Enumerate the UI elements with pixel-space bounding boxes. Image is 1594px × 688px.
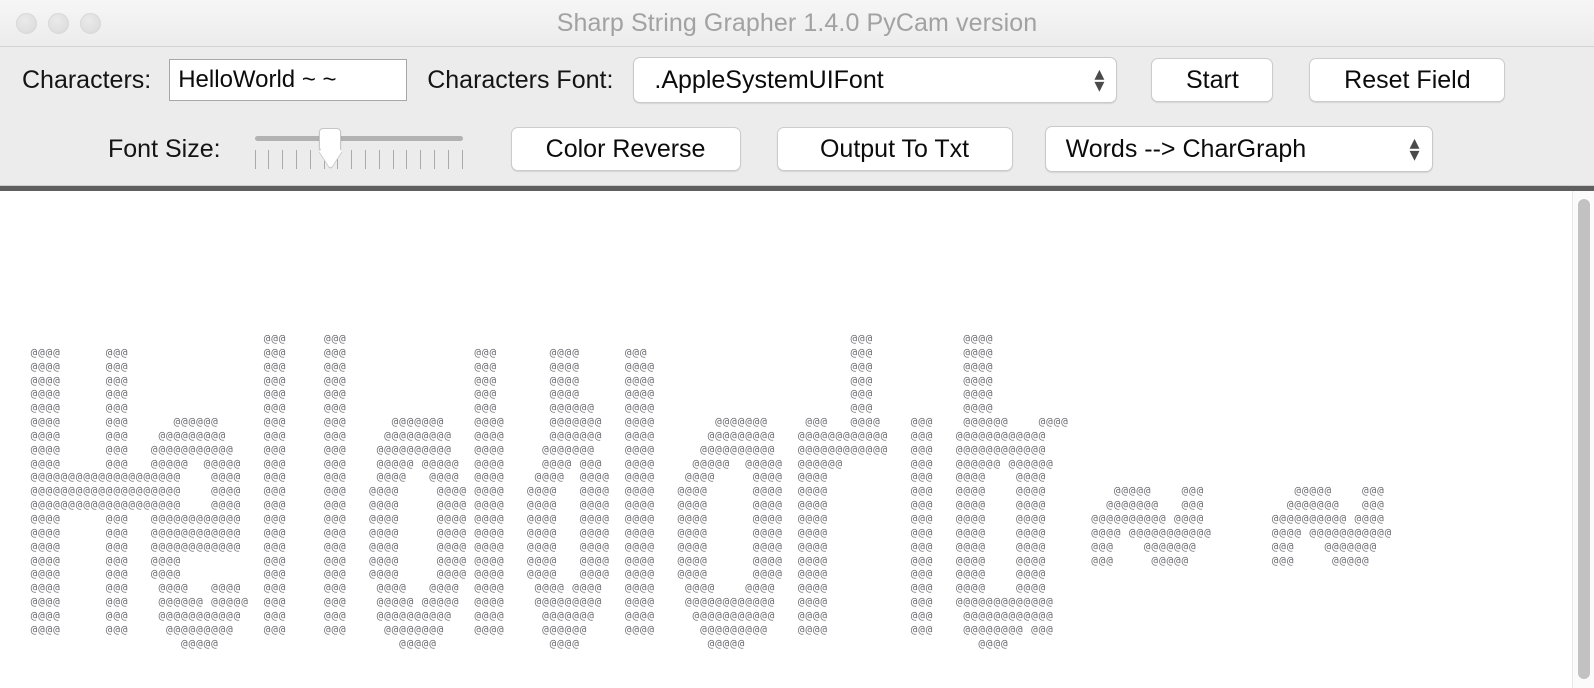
characters-font-select[interactable]: .AppleSystemUIFont ▴ ▾	[633, 57, 1118, 103]
traffic-light-group	[0, 12, 101, 34]
window-title: Sharp String Grapher 1.4.0 PyCam version	[556, 8, 1038, 37]
mode-select[interactable]: Words --> CharGraph ▴ ▾	[1044, 126, 1433, 172]
chevron-updown-icon: ▴ ▾	[1094, 62, 1105, 97]
toolbar: Characters: HelloWorld ~ ~ Characters Fo…	[0, 47, 1594, 186]
characters-font-value: .AppleSystemUIFont	[654, 65, 884, 94]
output-to-txt-button[interactable]: Output To Txt	[776, 127, 1013, 171]
toolbar-row-2: Font Size: Color Reverse Output To Txt W…	[0, 113, 1594, 185]
font-size-label: Font Size:	[108, 134, 221, 163]
slider-thumb[interactable]	[318, 128, 341, 150]
vertical-scrollbar[interactable]	[1572, 191, 1594, 688]
zoom-button[interactable]	[80, 12, 101, 34]
slider-tick-marks	[254, 150, 463, 172]
start-button[interactable]: Start	[1151, 58, 1274, 102]
characters-label: Characters:	[22, 65, 152, 94]
mode-value: Words --> CharGraph	[1065, 134, 1307, 163]
close-button[interactable]	[16, 12, 37, 34]
slider-track[interactable]	[254, 136, 463, 141]
characters-input[interactable]: HelloWorld ~ ~	[169, 59, 408, 101]
title-bar: Sharp String Grapher 1.4.0 PyCam version	[0, 0, 1594, 47]
app-window: Sharp String Grapher 1.4.0 PyCam version…	[0, 0, 1594, 688]
characters-font-label: Characters Font:	[427, 65, 614, 94]
ascii-art-output: @@@ @@@ @@@ @@@@ @@@@ @@@ @@@ @@@ @@@ @@…	[30, 332, 1393, 650]
char-graph-canvas: @@@ @@@ @@@ @@@@ @@@@ @@@ @@@ @@@ @@@ @@…	[0, 191, 1594, 688]
reset-field-button[interactable]: Reset Field	[1309, 58, 1506, 102]
scrollbar-thumb[interactable]	[1578, 199, 1590, 679]
chevron-updown-icon: ▴ ▾	[1409, 131, 1420, 166]
font-size-slider[interactable]	[254, 124, 463, 174]
minimize-button[interactable]	[48, 12, 69, 34]
color-reverse-button[interactable]: Color Reverse	[510, 127, 741, 171]
toolbar-row-1: Characters: HelloWorld ~ ~ Characters Fo…	[0, 47, 1594, 113]
